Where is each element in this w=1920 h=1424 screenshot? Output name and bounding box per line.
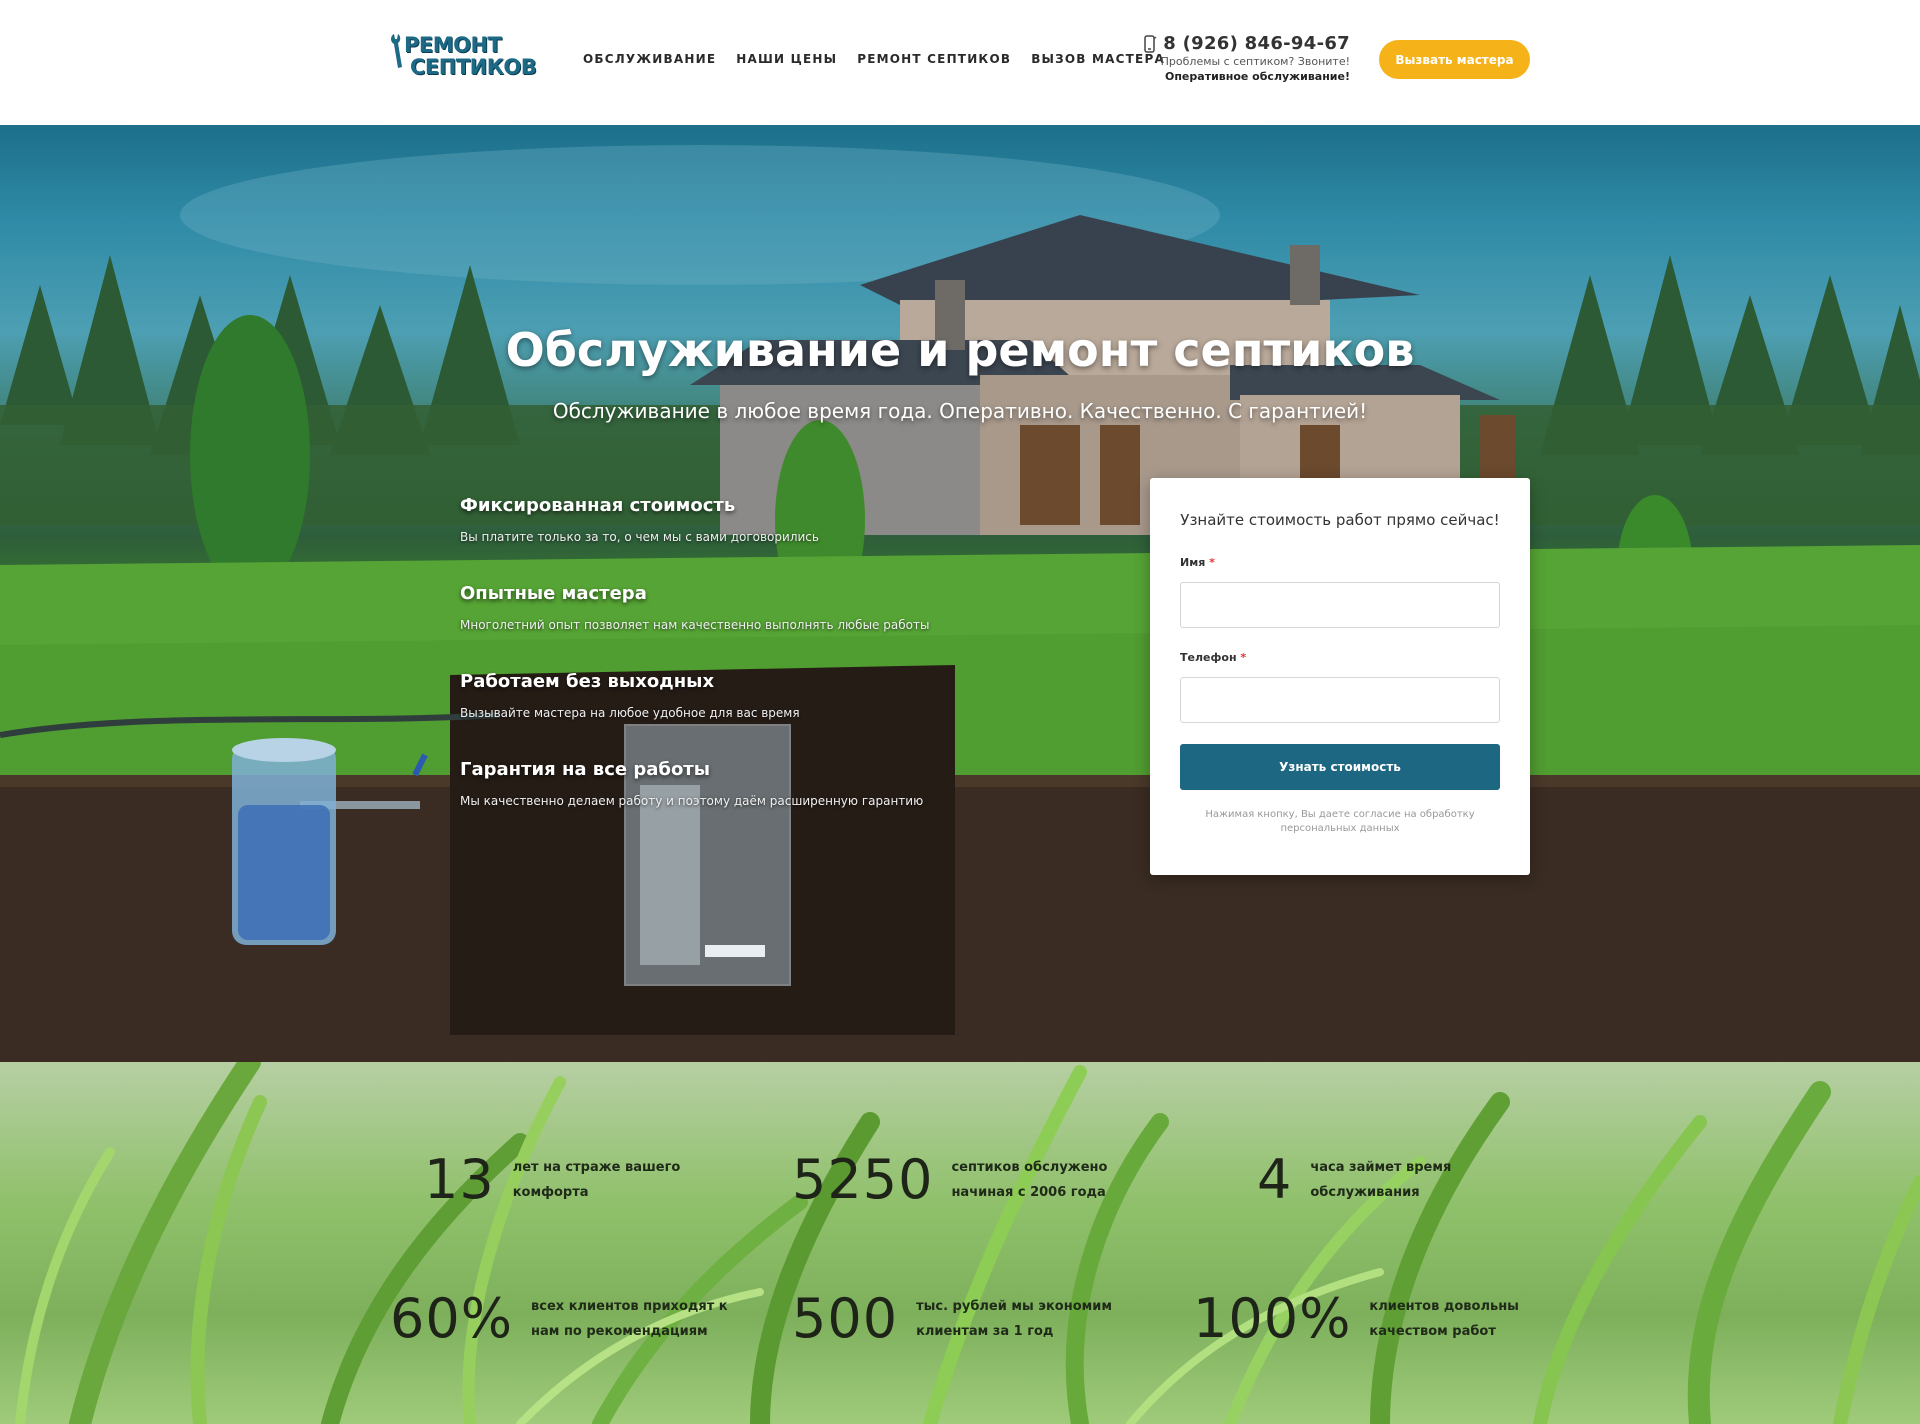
phone-number[interactable]: 8 (926) 846-94-67 [1163,33,1350,54]
name-label: Имя * [1180,556,1500,569]
phone-label: Телефон * [1180,651,1500,664]
phone-subtitle: Проблемы с септиком? Звоните! [1160,55,1350,68]
logo-line-1: РЕМОНТ [404,33,502,57]
stat-item: 60% всех клиентов приходят к нам по реко… [390,1287,728,1350]
name-label-text: Имя [1180,556,1206,569]
stat-caption-line: клиентов довольны [1369,1298,1519,1314]
stat-number: 5250 [792,1148,934,1211]
main-nav: ОБСЛУЖИВАНИЕ НАШИ ЦЕНЫ РЕМОНТ СЕПТИКОВ В… [583,52,1165,66]
stat-number: 500 [792,1287,899,1350]
phone-label-text: Телефон [1180,651,1237,664]
stat-caption-line: часа займет время [1310,1159,1452,1175]
consent-note: Нажимая кнопку, Вы даете согласие на обр… [1205,809,1475,834]
stat-caption-line: клиентам за 1 год [916,1323,1054,1339]
stat-caption-line: комфорта [512,1184,589,1200]
stat-item: 13 лет на страже вашего комфорта [424,1148,680,1211]
stat-number: 4 [1257,1148,1293,1211]
feature-description: Вы платите только за то, о чем мы с вами… [460,530,819,544]
price-request-form: Узнайте стоимость работ прямо сейчас! Им… [1150,478,1530,875]
required-mark: * [1209,556,1215,569]
name-input[interactable] [1180,582,1500,628]
stat-item: 500 тыс. рублей мы экономим клиентам за … [792,1287,1112,1350]
stat-item: 100% клиентов довольны качеством работ [1193,1287,1519,1350]
site-logo[interactable]: РЕМОНТ СЕПТИКОВ [388,32,537,84]
stat-number: 13 [424,1148,495,1211]
feature-item: Фиксированная стоимость Вы платите тольк… [460,495,1020,583]
feature-title: Гарантия на все работы [460,759,711,780]
call-master-button[interactable]: Вызвать мастера [1379,40,1530,79]
nav-item-prices[interactable]: НАШИ ЦЕНЫ [736,52,837,66]
stat-caption-line: нам по рекомендациям [531,1323,708,1339]
stat-number: 100% [1193,1287,1352,1350]
feature-title: Работаем без выходных [460,671,715,692]
stat-caption: клиентов довольны качеством работ [1369,1294,1519,1344]
hero-title: Обслуживание и ремонт септиков [505,323,1415,377]
stat-caption-line: качеством работ [1369,1323,1496,1339]
stat-item: 5250 септиков обслужено начиная с 2006 г… [792,1148,1107,1211]
stat-caption: лет на страже вашего комфорта [513,1155,681,1205]
stat-caption: всех клиентов приходят к нам по рекоменд… [531,1294,728,1344]
stat-caption: часа займет время обслуживания [1310,1155,1451,1205]
stat-caption: тыс. рублей мы экономим клиентам за 1 го… [916,1294,1112,1344]
stat-caption-line: тыс. рублей мы экономим [916,1298,1113,1314]
phone-input[interactable] [1180,677,1500,723]
logo-line-2: СЕПТИКОВ [410,55,537,79]
feature-title: Фиксированная стоимость [460,495,736,516]
stat-caption-line: всех клиентов приходят к [531,1298,728,1314]
feature-description: Вызывайте мастера на любое удобное для в… [460,706,800,720]
stat-caption: септиков обслужено начиная с 2006 года [951,1155,1107,1205]
phone-block: 8 (926) 846-94-67 Проблемы с септиком? З… [1110,33,1350,83]
feature-list: Фиксированная стоимость Вы платите тольк… [460,495,1020,847]
feature-title: Опытные мастера [460,583,647,604]
feature-item: Гарантия на все работы Мы качественно де… [460,759,1020,847]
feature-item: Работаем без выходных Вызывайте мастера … [460,671,1020,759]
site-header: РЕМОНТ СЕПТИКОВ ОБСЛУЖИВАНИЕ НАШИ ЦЕНЫ Р… [0,0,1920,125]
form-title: Узнайте стоимость работ прямо сейчас! [1180,511,1500,529]
phone-slogan: Оперативное обслуживание! [1164,70,1350,83]
stat-item: 4 часа займет время обслуживания [1257,1148,1451,1211]
feature-item: Опытные мастера Многолетний опыт позволя… [460,583,1020,671]
stat-caption-line: септиков обслужено [951,1159,1108,1175]
get-price-button[interactable]: Узнать стоимость [1180,744,1500,790]
stats-section: 13 лет на страже вашего комфорта 5250 се… [0,1062,1920,1424]
hero-subtitle: Обслуживание в любое время года. Операти… [552,399,1368,423]
nav-item-repair[interactable]: РЕМОНТ СЕПТИКОВ [857,52,1011,66]
stat-caption-line: лет на страже вашего [512,1159,681,1175]
nav-item-service[interactable]: ОБСЛУЖИВАНИЕ [583,52,716,66]
stat-caption-line: обслуживания [1310,1184,1420,1200]
hero-section: Обслуживание и ремонт септиков Обслужива… [0,125,1920,1062]
required-mark: * [1240,651,1247,664]
feature-description: Многолетний опыт позволяет нам качествен… [460,618,930,632]
grass-background [15,1062,1920,1424]
phone-icon [1144,34,1157,53]
feature-description: Мы качественно делаем работу и поэтому д… [460,794,924,808]
stat-number: 60% [390,1287,514,1350]
stat-caption-line: начиная с 2006 года [951,1184,1106,1200]
